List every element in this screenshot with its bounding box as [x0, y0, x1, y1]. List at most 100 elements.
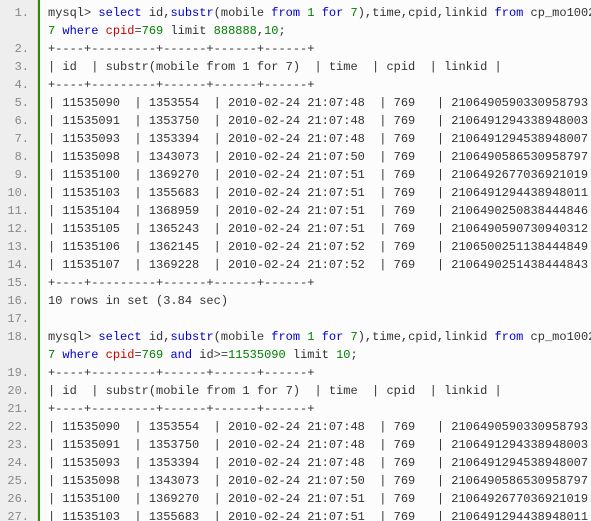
code-token: 11535090 — [228, 348, 286, 362]
line-number: 2. — [0, 40, 37, 58]
code-token: id — [192, 348, 214, 362]
line-number: 27. — [0, 508, 37, 521]
code-token: | 11535093 | 1353394 | 2010-02-24 21:07:… — [48, 132, 591, 146]
line-number: 8. — [0, 148, 37, 166]
code-token: ; — [279, 24, 286, 38]
code-line: | 11535103 | 1355683 | 2010-02-24 21:07:… — [48, 508, 591, 521]
code-token: substr — [170, 6, 213, 20]
line-number: 9. — [0, 166, 37, 184]
code-token: where — [62, 24, 98, 38]
code-token: | 11535107 | 1369228 | 2010-02-24 21:07:… — [48, 258, 591, 272]
line-number: 10. — [0, 184, 37, 202]
code-token: 1 — [307, 6, 314, 20]
code-token: | 11535103 | 1355683 | 2010-02-24 21:07:… — [48, 510, 591, 521]
code-line: | 11535106 | 1362145 | 2010-02-24 21:07:… — [48, 238, 591, 256]
code-token: for — [322, 330, 344, 344]
code-line: | 11535093 | 1353394 | 2010-02-24 21:07:… — [48, 130, 591, 148]
code-line: +----+---------+------+------+------+ — [48, 40, 591, 58]
code-line: 10 rows in set (3.84 sec) — [48, 292, 591, 310]
line-number: 24. — [0, 454, 37, 472]
code-line — [48, 310, 591, 328]
code-token: 7 — [351, 6, 358, 20]
code-content[interactable]: mysql> select id,substr(mobile from 1 fo… — [38, 0, 591, 521]
code-token: | 11535091 | 1353750 | 2010-02-24 21:07:… — [48, 114, 591, 128]
code-token: ),time,cpid,linkid — [358, 330, 495, 344]
code-line: 7 where cpid=769 limit 888888,10; — [48, 22, 591, 40]
code-line: | 11535090 | 1353554 | 2010-02-24 21:07:… — [48, 418, 591, 436]
code-token: from — [271, 6, 300, 20]
code-line: | 11535100 | 1369270 | 2010-02-24 21:07:… — [48, 166, 591, 184]
code-token: cp_mo10022 — [523, 330, 591, 344]
code-line: +----+---------+------+------+------+ — [48, 364, 591, 382]
code-token: cp_mo10022 — [523, 6, 591, 20]
code-token: cpid — [106, 348, 135, 362]
line-number-gutter: 1.2.3.4.5.6.7.8.9.10.11.12.13.14.15.16.1… — [0, 0, 38, 521]
code-line: | 11535104 | 1368959 | 2010-02-24 21:07:… — [48, 202, 591, 220]
code-token: 769 — [142, 24, 164, 38]
line-number: 5. — [0, 94, 37, 112]
code-token: >= — [214, 348, 228, 362]
code-token: = — [134, 348, 141, 362]
line-number: 4. — [0, 76, 37, 94]
code-line: | id | substr(mobile from 1 for 7) | tim… — [48, 58, 591, 76]
line-number: 26. — [0, 490, 37, 508]
code-token: | 11535098 | 1343073 | 2010-02-24 21:07:… — [48, 474, 591, 488]
line-number: 22. — [0, 418, 37, 436]
code-token — [98, 348, 105, 362]
line-number: 12. — [0, 220, 37, 238]
code-token — [98, 24, 105, 38]
code-line: mysql> select id,substr(mobile from 1 fo… — [48, 328, 591, 346]
code-token: | id | substr(mobile from 1 for 7) | tim… — [48, 384, 502, 398]
code-token: where — [62, 348, 98, 362]
line-number: 19. — [0, 364, 37, 382]
code-line: | 11535093 | 1353394 | 2010-02-24 21:07:… — [48, 454, 591, 472]
code-line: | id | substr(mobile from 1 for 7) | tim… — [48, 382, 591, 400]
line-number: 14. — [0, 256, 37, 274]
line-number: 3. — [0, 58, 37, 76]
code-token: 888888 — [214, 24, 257, 38]
code-token: id, — [142, 6, 171, 20]
line-number — [0, 22, 37, 40]
code-token: for — [322, 6, 344, 20]
code-token: limit — [163, 24, 213, 38]
code-token: mysql> — [48, 330, 98, 344]
code-token: | 11535105 | 1365243 | 2010-02-24 21:07:… — [48, 222, 591, 236]
line-number: 1. — [0, 4, 37, 22]
code-token: 7 — [351, 330, 358, 344]
code-token — [343, 6, 350, 20]
code-token: | 11535103 | 1355683 | 2010-02-24 21:07:… — [48, 186, 591, 200]
code-line: | 11535090 | 1353554 | 2010-02-24 21:07:… — [48, 94, 591, 112]
line-number: 16. — [0, 292, 37, 310]
code-token: | 11535093 | 1353394 | 2010-02-24 21:07:… — [48, 456, 591, 470]
code-token: 10 rows in set (3.84 sec) — [48, 294, 228, 308]
line-number: 23. — [0, 436, 37, 454]
code-token: | 11535090 | 1353554 | 2010-02-24 21:07:… — [48, 96, 591, 110]
code-token — [343, 330, 350, 344]
code-token: +----+---------+------+------+------+ — [48, 78, 314, 92]
code-token: +----+---------+------+------+------+ — [48, 42, 314, 56]
line-number: 13. — [0, 238, 37, 256]
line-number: 15. — [0, 274, 37, 292]
code-token: | 11535104 | 1368959 | 2010-02-24 21:07:… — [48, 204, 591, 218]
code-token: id, — [142, 330, 171, 344]
code-token: ; — [351, 348, 358, 362]
code-token: | id | substr(mobile from 1 for 7) | tim… — [48, 60, 502, 74]
code-token: +----+---------+------+------+------+ — [48, 402, 314, 416]
code-token: | 11535098 | 1343073 | 2010-02-24 21:07:… — [48, 150, 591, 164]
code-token: | 11535100 | 1369270 | 2010-02-24 21:07:… — [48, 168, 591, 182]
code-token: from — [495, 330, 524, 344]
code-line: | 11535091 | 1353750 | 2010-02-24 21:07:… — [48, 436, 591, 454]
code-token: select — [98, 6, 141, 20]
code-token: = — [134, 24, 141, 38]
code-token: | 11535100 | 1369270 | 2010-02-24 21:07:… — [48, 492, 591, 506]
code-token: ),time,cpid,linkid — [358, 6, 495, 20]
code-token: | 11535091 | 1353750 | 2010-02-24 21:07:… — [48, 438, 591, 452]
line-number: 11. — [0, 202, 37, 220]
code-token: mysql> — [48, 6, 98, 20]
code-token: (mobile — [214, 330, 272, 344]
code-token: from — [271, 330, 300, 344]
line-number: 7. — [0, 130, 37, 148]
code-line: | 11535107 | 1369228 | 2010-02-24 21:07:… — [48, 256, 591, 274]
code-line: | 11535103 | 1355683 | 2010-02-24 21:07:… — [48, 184, 591, 202]
line-number: 25. — [0, 472, 37, 490]
